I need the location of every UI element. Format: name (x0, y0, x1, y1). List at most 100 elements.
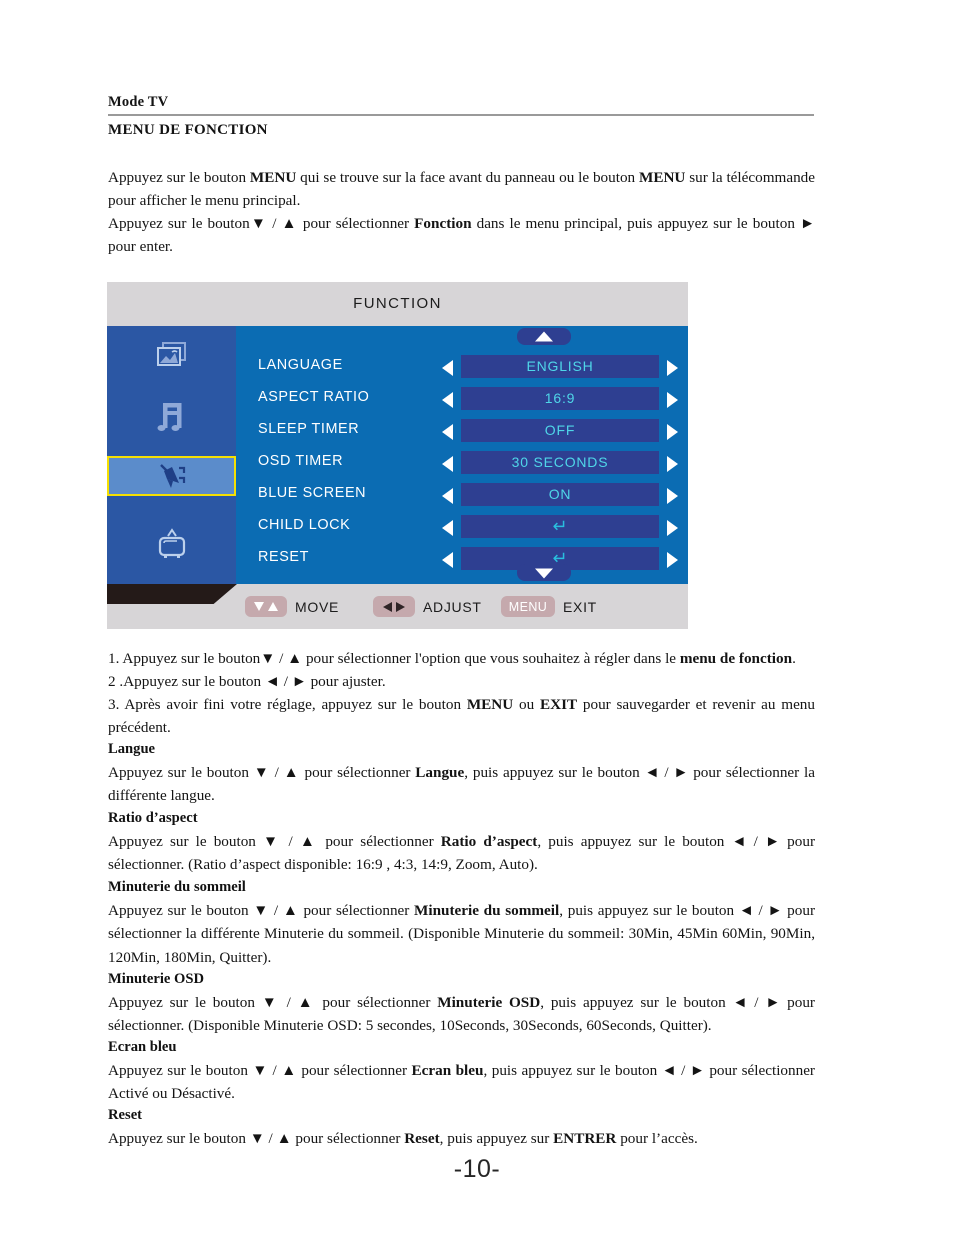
section-body-minuterie-sommeil: Appuyez sur le bouton ▼ / ▲ pour sélecti… (108, 899, 815, 969)
osd-value: ON (548, 486, 572, 502)
tv-icon (152, 525, 192, 563)
osd-menu-figure: FUNCTION LANGUAGE ENGLISH ASPECT RATIO 1… (107, 282, 688, 629)
scroll-down-button[interactable] (517, 564, 571, 581)
osd-value: 16:9 (544, 390, 576, 406)
subheading-ecran-bleu: Ecran bleu (108, 1039, 177, 1055)
reset-text-b: , puis appuyez sur (439, 1130, 554, 1147)
osd-row-reset[interactable]: RESET ↵ (236, 544, 688, 576)
arrow-right-icon[interactable] (667, 552, 678, 568)
arrow-right-icon[interactable] (667, 424, 678, 440)
ecran-text-a: Appuyez sur le bouton ▼ / ▲ pour sélecti… (108, 1062, 412, 1079)
osd-body: LANGUAGE ENGLISH ASPECT RATIO 16:9 SLEEP… (107, 326, 688, 584)
osd-row-control[interactable]: ON (442, 483, 678, 508)
osd-row-label: RESET (258, 549, 309, 565)
osd-row-label: SLEEP TIMER (258, 421, 360, 437)
intro2-fonction-bold: Fonction (414, 215, 472, 232)
section-body-ecran-bleu: Appuyez sur le bouton ▼ / ▲ pour sélecti… (108, 1059, 815, 1106)
arrow-right-icon[interactable] (667, 520, 678, 536)
arrow-left-icon[interactable] (442, 360, 453, 376)
osd-value: 30 SECONDS (511, 454, 609, 470)
move-key-pill[interactable] (245, 596, 287, 617)
osd-value-box[interactable]: ↵ (461, 515, 659, 538)
osd-value: ENGLISH (526, 358, 594, 374)
arrow-left-icon[interactable] (442, 392, 453, 408)
arrow-left-icon[interactable] (442, 488, 453, 504)
osd-row-control[interactable]: OFF (442, 419, 678, 444)
ratio-text-a: Appuyez sur le bouton ▼ / ▲ pour sélecti… (108, 833, 441, 850)
intro-text-b: qui se trouve sur la face avant du panne… (296, 169, 639, 186)
arrow-down-icon (254, 602, 264, 611)
footer-wedge-decoration (107, 584, 237, 604)
arrow-left-icon[interactable] (442, 520, 453, 536)
arrow-right-icon[interactable] (667, 456, 678, 472)
osd-value-box[interactable]: OFF (461, 419, 659, 442)
exit-label: EXIT (563, 598, 597, 615)
osd-options-panel: LANGUAGE ENGLISH ASPECT RATIO 16:9 SLEEP… (236, 326, 688, 584)
osd-row-control[interactable]: ENGLISH (442, 355, 678, 380)
step3-text-b: ou (513, 696, 540, 713)
osd-row-aspect-ratio[interactable]: ASPECT RATIO 16:9 (236, 384, 688, 416)
arrow-left-icon[interactable] (442, 552, 453, 568)
intro-paragraph-2: Appuyez sur le bouton▼ / ▲ pour sélectio… (108, 212, 815, 258)
music-note-icon (152, 397, 192, 435)
step-2: 2 .Appuyez sur le bouton ◄ / ► pour ajus… (108, 673, 386, 690)
osd-title-bar: FUNCTION (107, 282, 688, 326)
sidebar-item-function[interactable] (107, 456, 236, 496)
osd-row-osd-timer[interactable]: OSD TIMER 30 SECONDS (236, 448, 688, 480)
arrow-right-icon[interactable] (667, 488, 678, 504)
subheading-minuterie-sommeil: Minuterie du sommeil (108, 879, 246, 895)
osd-title: FUNCTION (353, 295, 442, 312)
ecran-bold: Ecran bleu (411, 1062, 484, 1079)
subheading-reset: Reset (108, 1107, 143, 1123)
osd-value-box[interactable]: 30 SECONDS (461, 451, 659, 474)
enter-arrow-icon: ↵ (552, 516, 568, 536)
osd-sidebar (107, 326, 236, 584)
intro-text-a: Appuyez sur le bouton (108, 169, 250, 186)
step-1: 1. Appuyez sur le bouton▼ / ▲ pour sélec… (108, 647, 815, 670)
adjust-key-pill[interactable] (373, 596, 415, 617)
intro-menu-bold-1: MENU (249, 169, 297, 186)
osd-row-language[interactable]: LANGUAGE ENGLISH (236, 352, 688, 384)
osd-row-label: OSD TIMER (258, 453, 344, 469)
reset-text-c: pour l’accès. (616, 1130, 698, 1147)
osd-row-sleep-timer[interactable]: SLEEP TIMER OFF (236, 416, 688, 448)
osd-row-control[interactable]: ↵ (442, 515, 678, 540)
move-label: MOVE (295, 598, 340, 615)
arrow-right-icon[interactable] (667, 392, 678, 408)
osd-value-box[interactable]: ON (461, 483, 659, 506)
picture-icon (152, 339, 192, 377)
osd-value-box[interactable]: ENGLISH (461, 355, 659, 378)
osd-value-box[interactable]: 16:9 (461, 387, 659, 410)
osd-row-control[interactable]: 30 SECONDS (442, 451, 678, 476)
osd-value: OFF (544, 422, 576, 438)
arrow-left-icon (383, 601, 392, 612)
sidebar-item-picture[interactable] (107, 326, 236, 390)
step1-text-a: 1. Appuyez sur le bouton▼ / ▲ pour sélec… (108, 650, 680, 667)
menu-key-pill[interactable]: MENU (501, 596, 555, 617)
arrow-right-icon[interactable] (667, 360, 678, 376)
arrow-left-icon[interactable] (442, 424, 453, 440)
sommeil-text-a: Appuyez sur le bouton ▼ / ▲ pour sélecti… (108, 902, 415, 919)
ratio-bold: Ratio d’aspect (440, 833, 538, 850)
sidebar-item-sound[interactable] (107, 384, 236, 448)
document-page: Mode TV MENU DE FONCTION Appuyez sur le … (0, 0, 954, 1235)
osd-row-blue-screen[interactable]: BLUE SCREEN ON (236, 480, 688, 512)
sidebar-item-tv[interactable] (107, 512, 236, 576)
osd-row-label: CHILD LOCK (258, 517, 351, 533)
osd-footer-bar: MOVE ADJUST MENU EXIT (107, 584, 688, 629)
osdtimer-text-a: Appuyez sur le bouton ▼ / ▲ pour sélecti… (108, 994, 438, 1011)
function-pen-icon (152, 457, 192, 495)
step3-text-a: 3. Après avoir fini votre réglage, appuy… (108, 696, 467, 713)
osd-row-child-lock[interactable]: CHILD LOCK ↵ (236, 512, 688, 544)
reset-bold: Reset (404, 1130, 440, 1147)
step-3: 3. Après avoir fini votre réglage, appuy… (108, 693, 815, 740)
scroll-up-button[interactable] (517, 328, 571, 345)
reset-entrer-bold: ENTRER (553, 1130, 617, 1147)
footer-move-group: MOVE (245, 596, 339, 617)
osd-row-control[interactable]: 16:9 (442, 387, 678, 412)
step1-text-b: . (792, 650, 796, 667)
langue-text-a: Appuyez sur le bouton ▼ / ▲ pour sélecti… (108, 764, 416, 781)
subheading-ratio-aspect: Ratio d’aspect (108, 810, 198, 826)
section-body-langue: Appuyez sur le bouton ▼ / ▲ pour sélecti… (108, 761, 815, 808)
arrow-left-icon[interactable] (442, 456, 453, 472)
